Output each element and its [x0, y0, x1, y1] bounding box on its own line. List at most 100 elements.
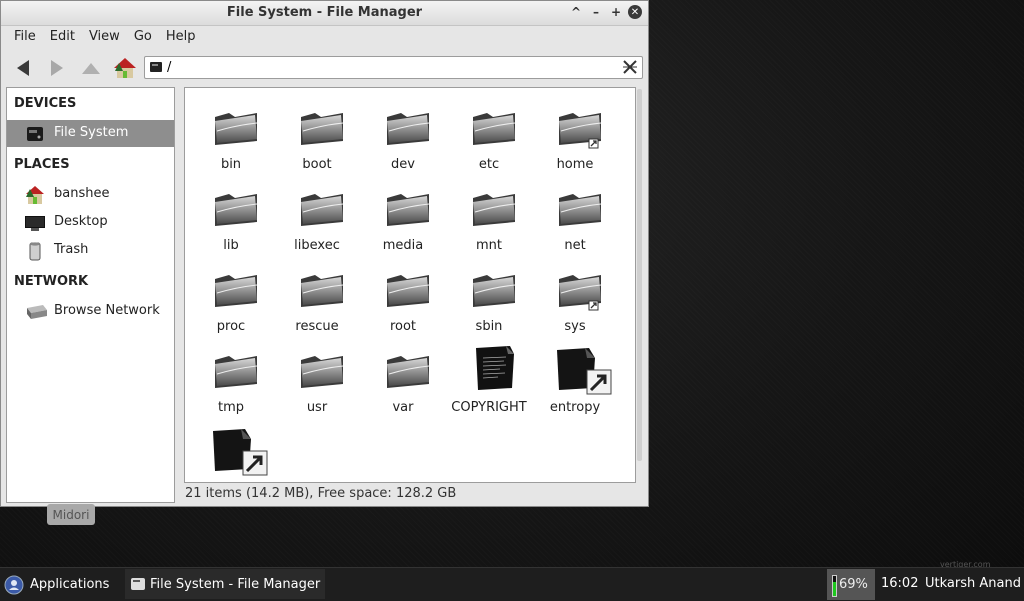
user-name[interactable]: Utkarsh Anand — [925, 576, 1021, 591]
scrollbar-thumb[interactable] — [637, 89, 642, 461]
applications-icon — [4, 575, 24, 594]
sidebar-item-banshee[interactable]: banshee — [7, 181, 174, 208]
trash-icon — [29, 242, 41, 261]
file-icon-view[interactable]: bin boot dev etc home lib libexec media … — [184, 87, 636, 483]
menu-edit[interactable]: Edit — [43, 25, 82, 48]
file-item-home[interactable]: home — [535, 95, 615, 173]
folder-link-icon — [555, 101, 605, 149]
file-item-dev[interactable]: dev — [363, 95, 443, 173]
file-item-usr[interactable]: usr — [277, 338, 357, 416]
section-devices: DEVICES — [14, 96, 77, 111]
applications-menu[interactable]: Applications — [4, 568, 109, 601]
file-item-etc[interactable]: etc — [449, 95, 529, 173]
up-arrow-icon — [82, 63, 100, 74]
file-item-var[interactable]: var — [363, 338, 443, 416]
sidebar-item-file-system[interactable]: File System — [7, 120, 174, 147]
window-title: File System - File Manager — [226, 5, 423, 20]
file-name-label: etc — [478, 157, 500, 172]
sidebar-item-label: Trash — [54, 242, 89, 257]
menu-go[interactable]: Go — [127, 25, 159, 48]
file-item-bin[interactable]: bin — [191, 95, 271, 173]
sidebar-item-label: Browse Network — [54, 303, 160, 318]
clock[interactable]: 16:02 — [881, 576, 918, 591]
shade-button[interactable]: ^ — [568, 4, 584, 20]
file-name-label: net — [564, 238, 586, 253]
battery-indicator[interactable]: 69% — [827, 569, 875, 600]
file-name-label: home — [556, 157, 594, 172]
close-button[interactable]: ✕ — [628, 5, 642, 19]
file-item-root[interactable]: root — [363, 257, 443, 335]
file-name-label: COPYRIGHT — [451, 400, 527, 415]
harddisk-icon — [150, 62, 162, 72]
folder-icon — [383, 344, 433, 392]
applications-label: Applications — [30, 577, 110, 592]
file-name-label: usr — [306, 400, 328, 415]
taskbar-item-file-manager[interactable]: File System - File Manager — [125, 569, 325, 599]
home-icon — [114, 58, 136, 78]
file-link-icon — [551, 344, 612, 395]
file-item-proc[interactable]: proc — [191, 257, 271, 335]
folder-icon — [211, 101, 261, 149]
home-icon — [26, 186, 44, 204]
file-item-entropy[interactable]: entropy — [535, 338, 615, 416]
folder-icon — [383, 263, 433, 311]
file-link-icon — [207, 425, 268, 476]
file-name-label: dev — [391, 157, 415, 172]
folder-icon — [469, 182, 519, 230]
sidebar-item-label: Desktop — [54, 214, 108, 229]
desktop-icon — [25, 216, 45, 231]
file-name-label: sbin — [475, 319, 503, 334]
file-name-label: libexec — [294, 238, 340, 253]
network-icon — [27, 305, 47, 319]
file-item-tmp[interactable]: tmp — [191, 338, 271, 416]
file-name-label: media — [382, 238, 424, 253]
sidebar: DEVICES File System PLACES banshee Deskt… — [6, 87, 175, 503]
file-item-gdm-core[interactable]: gdm.core — [191, 419, 271, 482]
back-arrow-icon — [17, 60, 29, 76]
sidebar-item-browse-network[interactable]: Browse Network — [7, 298, 174, 325]
battery-level — [833, 582, 836, 596]
file-item-media[interactable]: media — [363, 176, 443, 254]
folder-link-icon — [555, 263, 605, 311]
sidebar-item-desktop[interactable]: Desktop — [7, 209, 174, 236]
sidebar-item-trash[interactable]: Trash — [7, 237, 174, 264]
task-label: File System - File Manager — [150, 577, 321, 592]
file-name-label: boot — [302, 157, 332, 172]
vertical-scrollbar[interactable] — [637, 87, 643, 463]
status-bar: 21 items (14.2 MB), Free space: 128.2 GB — [185, 486, 457, 501]
midori-tooltip: Midori — [47, 504, 95, 525]
up-button[interactable] — [77, 56, 105, 80]
file-item-rescue[interactable]: rescue — [277, 257, 357, 335]
menu-view[interactable]: View — [82, 25, 127, 48]
battery-icon — [832, 575, 837, 597]
folder-icon — [383, 101, 433, 149]
file-item-net[interactable]: net — [535, 176, 615, 254]
file-item-boot[interactable]: boot — [277, 95, 357, 173]
folder-icon — [297, 344, 347, 392]
file-name-label: var — [392, 400, 414, 415]
file-item-copyright[interactable]: COPYRIGHT — [449, 338, 529, 416]
folder-icon — [297, 263, 347, 311]
file-name-label: mnt — [476, 238, 502, 253]
folder-icon — [211, 344, 261, 392]
menu-file[interactable]: File — [7, 25, 43, 48]
location-input[interactable] — [167, 58, 617, 76]
forward-button[interactable] — [43, 56, 71, 80]
title-bar[interactable]: File System - File Manager ^ – + ✕ — [1, 1, 648, 26]
section-network: NETWORK — [14, 274, 89, 289]
file-item-lib[interactable]: lib — [191, 176, 271, 254]
home-button[interactable] — [111, 56, 139, 80]
sidebar-item-label: File System — [54, 125, 129, 140]
file-item-sbin[interactable]: sbin — [449, 257, 529, 335]
minimize-button[interactable]: – — [588, 4, 604, 20]
maximize-button[interactable]: + — [608, 4, 624, 20]
menu-help[interactable]: Help — [159, 25, 203, 48]
menubar: File Edit View Go Help — [1, 25, 648, 48]
clear-location-icon[interactable] — [622, 59, 638, 75]
back-button[interactable] — [9, 56, 37, 80]
section-places: PLACES — [14, 157, 70, 172]
taskbar: Applications File System - File Manager … — [0, 567, 1024, 601]
file-item-mnt[interactable]: mnt — [449, 176, 529, 254]
file-item-libexec[interactable]: libexec — [277, 176, 357, 254]
file-item-sys[interactable]: sys — [535, 257, 615, 335]
